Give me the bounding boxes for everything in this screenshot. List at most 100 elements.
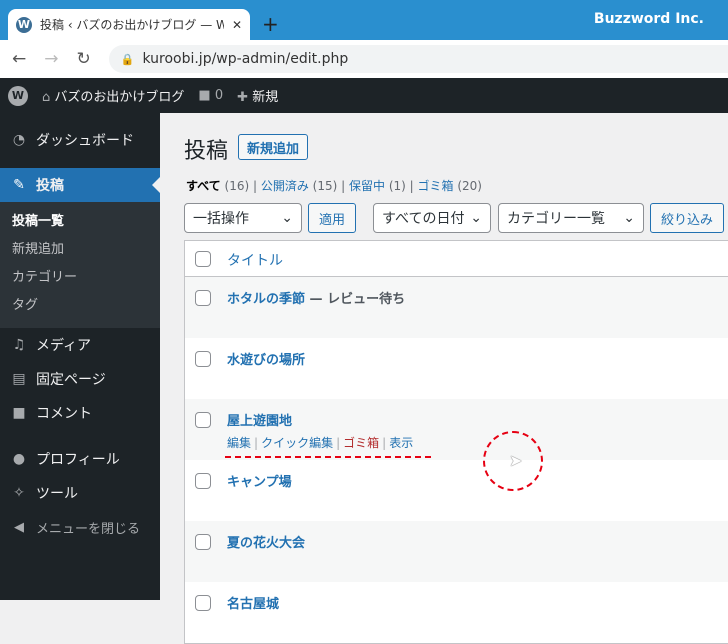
edit-link[interactable]: 編集	[227, 436, 251, 450]
chevron-down-icon: ⌄	[281, 210, 293, 226]
sidebar-item-pages[interactable]: ▤ 固定ページ	[0, 362, 160, 396]
table-row: 名古屋城	[185, 582, 728, 643]
label: ダッシュボード	[36, 133, 134, 149]
page-title: 投稿	[184, 139, 229, 164]
row-checkbox[interactable]	[195, 412, 211, 428]
label: カテゴリー一覧	[507, 211, 605, 227]
row-checkbox[interactable]	[195, 595, 211, 611]
new-tab-button[interactable]: +	[262, 12, 279, 36]
add-new-button[interactable]: 新規追加	[238, 134, 308, 160]
wrench-icon: ✧	[13, 485, 25, 501]
collapse-menu[interactable]: ◀ メニューを閉じる	[0, 510, 160, 544]
label: コメント	[36, 406, 92, 422]
post-title-link[interactable]: 水遊びの場所	[227, 349, 305, 368]
forward-icon[interactable]: →	[44, 49, 58, 69]
new-content-link[interactable]: ✚ 新規	[237, 86, 278, 105]
posts-table: タイトル ホタルの季節 — レビュー待ち 水遊びの場所 屋上遊園地 編集 | クイッ…	[184, 240, 728, 644]
comment-icon: ■	[198, 88, 211, 103]
label: すべての日付	[382, 211, 465, 227]
user-icon: ●	[12, 451, 26, 467]
row-checkbox[interactable]	[195, 534, 211, 550]
row-checkbox[interactable]	[195, 473, 211, 489]
tab-title: 投稿 ‹ バズのお出かけブログ — WordPress	[40, 18, 224, 32]
pages-icon: ▤	[12, 371, 26, 387]
reload-icon[interactable]: ↻	[77, 49, 91, 69]
admin-bar: W ⌂ バズのお出かけブログ ■ 0 ✚ 新規	[0, 78, 728, 113]
sidebar-item-profile[interactable]: ● プロフィール	[0, 442, 160, 476]
admin-sidebar: ◔ ダッシュボード ✎ 投稿 投稿一覧 新規追加 カテゴリー タグ ♫ メディア ▤ 固…	[0, 113, 160, 600]
submenu-all-posts[interactable]: 投稿一覧	[0, 208, 160, 236]
sidebar-item-dashboard[interactable]: ◔ ダッシュボード	[0, 123, 160, 157]
pin-icon: ✎	[13, 177, 25, 193]
home-icon: ⌂	[42, 90, 51, 105]
url-bar[interactable]: 🔒 kuroobi.jp/wp-admin/edit.php	[108, 45, 728, 73]
lock-icon: 🔒	[120, 52, 135, 66]
cursor-highlight-circle: ➤	[483, 431, 543, 491]
table-row: ホタルの季節 — レビュー待ち	[185, 277, 728, 338]
wordpress-logo-icon[interactable]: W	[8, 85, 28, 106]
submenu-categories[interactable]: カテゴリー	[0, 264, 160, 292]
submenu-add-new[interactable]: 新規追加	[0, 236, 160, 264]
filter-all[interactable]: すべて	[186, 179, 221, 193]
comments-link[interactable]: ■ 0	[198, 88, 223, 103]
back-icon[interactable]: ←	[12, 49, 26, 69]
chevron-down-icon: ⌄	[470, 210, 482, 226]
table-header: タイトル	[185, 241, 728, 277]
close-tab-icon[interactable]: ✕	[232, 18, 242, 32]
trash-link[interactable]: ゴミ箱	[343, 436, 379, 450]
browser-tab-bar: W 投稿 ‹ バズのお出かけブログ — WordPress ✕ + Buzzwo…	[0, 0, 728, 40]
bulk-action-select[interactable]: 一括操作 ⌄	[184, 203, 302, 233]
label: 投稿	[36, 178, 64, 194]
row-checkbox[interactable]	[195, 290, 211, 306]
post-title-link[interactable]: ホタルの季節	[227, 292, 305, 307]
category-filter-select[interactable]: カテゴリー一覧 ⌄	[498, 203, 644, 233]
plus-icon: ✚	[237, 90, 249, 105]
label: メディア	[36, 338, 92, 354]
label: 固定ページ	[36, 372, 106, 388]
apply-button[interactable]: 適用	[308, 203, 356, 233]
site-link[interactable]: ⌂ バズのお出かけブログ	[42, 86, 184, 105]
posts-submenu: 投稿一覧 新規追加 カテゴリー タグ	[0, 202, 160, 328]
media-icon: ♫	[12, 337, 26, 353]
filter-published[interactable]: 公開済み	[261, 179, 309, 193]
mouse-cursor-icon: ➤	[509, 451, 523, 470]
view-link[interactable]: 表示	[389, 436, 413, 450]
table-row: 水遊びの場所	[185, 338, 728, 399]
row-actions: 編集 | クイック編集 | ゴミ箱 | 表示	[227, 436, 414, 450]
table-row: 夏の花火大会	[185, 521, 728, 582]
filter-button[interactable]: 絞り込み	[650, 203, 724, 233]
chevron-down-icon: ⌄	[623, 210, 635, 226]
sidebar-item-media[interactable]: ♫ メディア	[0, 328, 160, 362]
sidebar-item-posts[interactable]: ✎ 投稿	[0, 168, 160, 202]
submenu-tags[interactable]: タグ	[0, 292, 160, 320]
post-title-link[interactable]: 夏の花火大会	[227, 532, 305, 551]
new-label: 新規	[252, 90, 279, 105]
sidebar-item-tools[interactable]: ✧ ツール	[0, 476, 160, 510]
date-filter-select[interactable]: すべての日付 ⌄	[373, 203, 491, 233]
status-filters: すべて (16) | 公開済み (15) | 保留中 (1) | ゴミ箱 (20…	[186, 179, 482, 193]
label: メニューを閉じる	[36, 521, 141, 537]
dashboard-icon: ◔	[12, 132, 26, 148]
post-title-link[interactable]: 名古屋城	[227, 593, 279, 612]
label: 一括操作	[193, 211, 249, 227]
title-column-header[interactable]: タイトル	[227, 250, 283, 270]
count: (1)	[388, 179, 406, 193]
site-name: バズのお出かけブログ	[54, 90, 185, 105]
comment-count: 0	[214, 88, 224, 103]
select-all-checkbox[interactable]	[195, 251, 211, 267]
filter-pending[interactable]: 保留中	[349, 179, 385, 193]
collapse-icon: ◀	[14, 519, 24, 535]
count: (20)	[457, 179, 482, 193]
label: ツール	[36, 486, 78, 502]
row-checkbox[interactable]	[195, 351, 211, 367]
post-title-link[interactable]: キャンプ場	[227, 471, 292, 490]
post-title-link[interactable]: 屋上遊園地	[227, 410, 292, 429]
quick-edit-link[interactable]: クイック編集	[261, 436, 333, 450]
table-row: キャンプ場	[185, 460, 728, 521]
profile-label: Buzzword Inc.	[593, 11, 704, 27]
filter-trash[interactable]: ゴミ箱	[418, 179, 454, 193]
count: (15)	[312, 179, 338, 193]
browser-tab[interactable]: W 投稿 ‹ バズのお出かけブログ — WordPress ✕	[8, 9, 250, 40]
count: (16)	[224, 179, 250, 193]
sidebar-item-comments[interactable]: ■ コメント	[0, 396, 160, 430]
